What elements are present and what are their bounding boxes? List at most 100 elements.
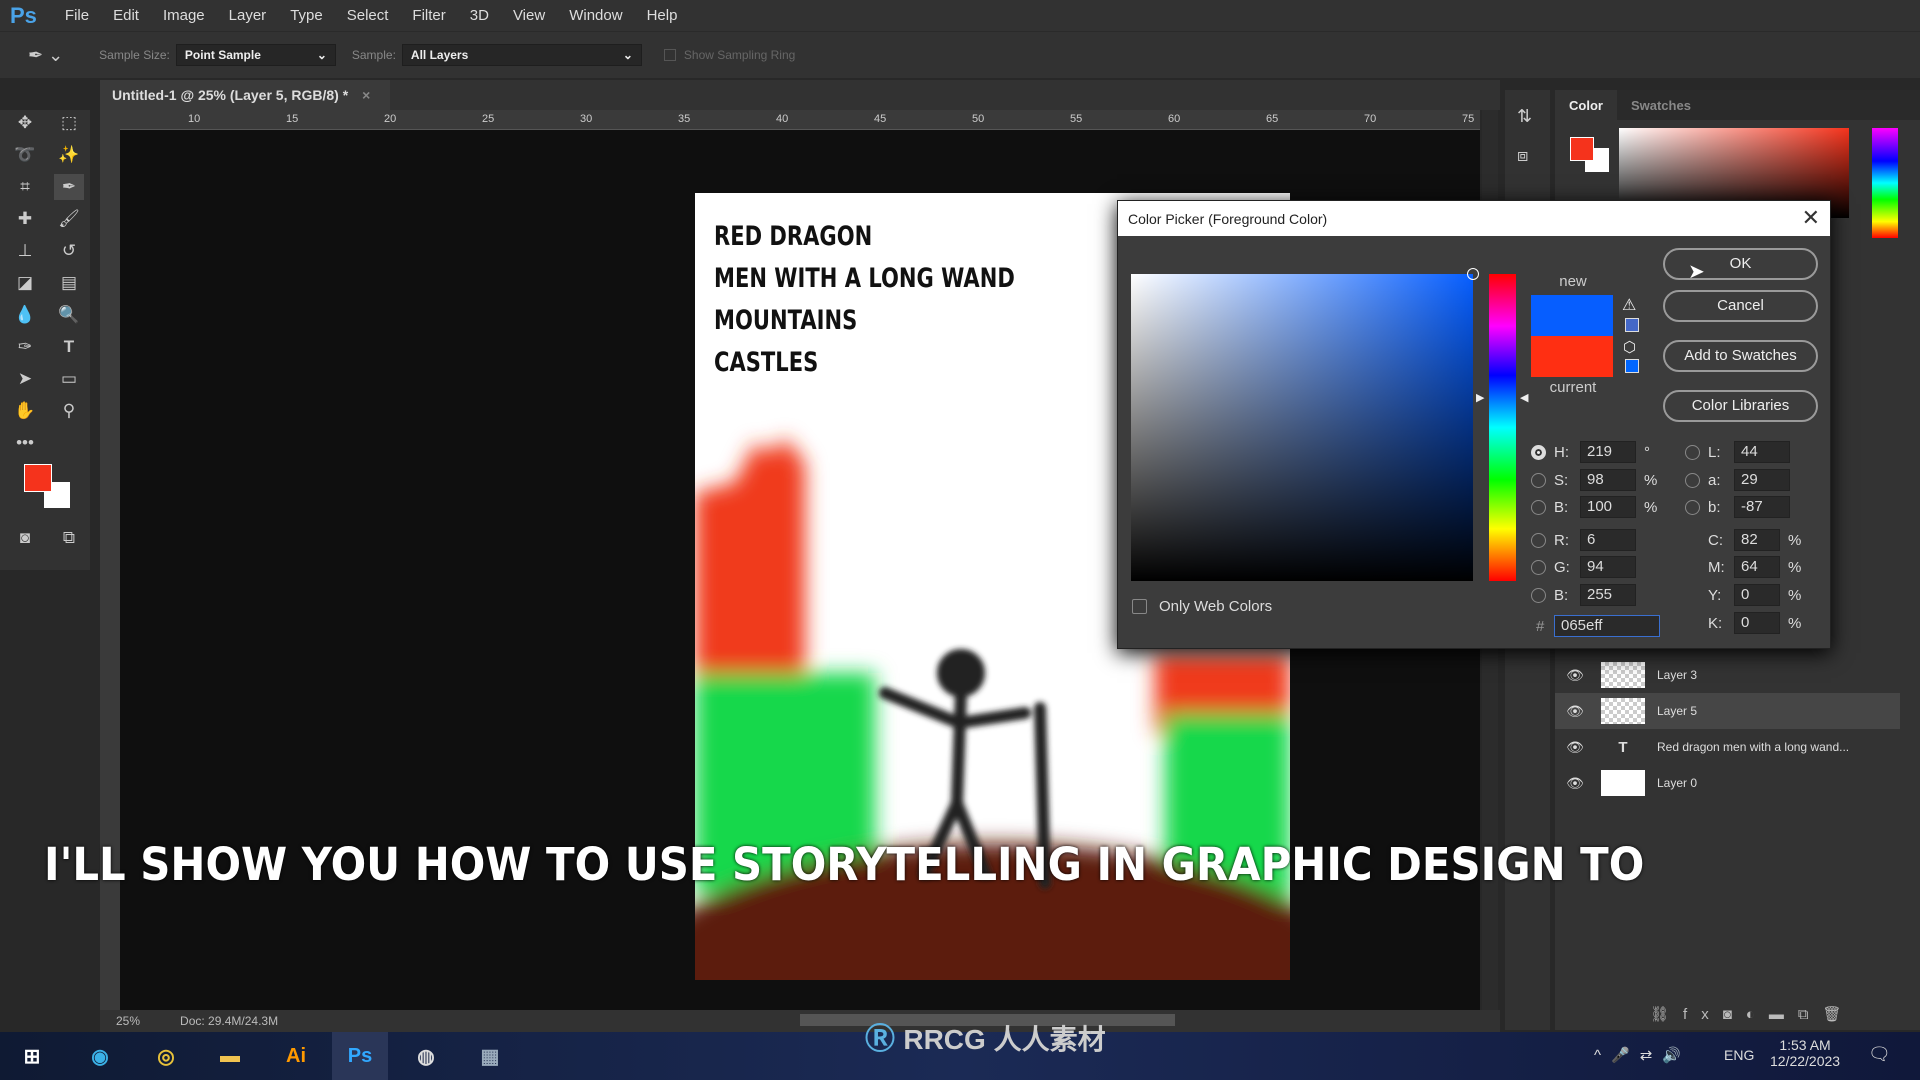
history-brush-icon[interactable]: ↺ — [54, 238, 84, 264]
hex-input[interactable]: 065eff — [1554, 615, 1660, 637]
black-input[interactable]: 0 — [1734, 612, 1780, 634]
obs-recorder-icon[interactable]: ◍ — [398, 1032, 454, 1080]
magic-wand-icon[interactable]: ✨ — [54, 142, 84, 168]
screen-mode-icon[interactable]: ⧉ — [54, 525, 84, 551]
menu-image[interactable]: Image — [163, 7, 205, 24]
document-tab[interactable]: Untitled-1 @ 25% (Layer 5, RGB/8) * × — [100, 80, 390, 110]
hue-input[interactable]: 219 — [1580, 441, 1636, 463]
photoshop-taskbar-icon[interactable]: Ps — [332, 1032, 388, 1080]
notifications-icon[interactable]: 🗨 — [1868, 1044, 1891, 1065]
layer-row[interactable]: 👁 Layer 0 — [1555, 765, 1900, 801]
hue-radio[interactable] — [1531, 444, 1546, 460]
menu-select[interactable]: Select — [347, 7, 389, 24]
hand-tool-icon[interactable]: ✋ — [10, 398, 40, 424]
lab-l-radio[interactable] — [1685, 444, 1700, 460]
color-field[interactable] — [1131, 268, 1479, 581]
brightness-radio[interactable] — [1531, 499, 1546, 515]
add-to-swatches-button[interactable]: Add to Swatches — [1663, 340, 1818, 372]
blue-input[interactable]: 255 — [1580, 584, 1636, 606]
language-indicator[interactable]: ENG — [1724, 1047, 1754, 1063]
close-tab-icon[interactable]: × — [362, 87, 370, 103]
color-field-cursor[interactable] — [1467, 268, 1479, 280]
menu-view[interactable]: View — [513, 7, 545, 24]
lab-b-input[interactable]: -87 — [1734, 496, 1790, 518]
close-icon[interactable]: ✕ — [1802, 205, 1820, 231]
calculator-icon[interactable]: ▦ — [462, 1032, 518, 1080]
eyedropper-icon[interactable]: ✒ ⌄ — [28, 45, 63, 66]
menu-layer[interactable]: Layer — [229, 7, 267, 24]
brightness-input[interactable]: 100 — [1580, 496, 1636, 518]
yellow-input[interactable]: 0 — [1734, 584, 1780, 606]
path-select-icon[interactable]: ➤ — [10, 366, 40, 392]
menu-file[interactable]: File — [65, 7, 89, 24]
eye-icon[interactable]: 👁 — [1555, 667, 1595, 684]
lasso-tool-icon[interactable]: ➰ — [10, 142, 40, 168]
crop-tool-icon[interactable]: ⌗ — [10, 174, 40, 200]
web-safe-cube-icon[interactable]: ⬡ — [1623, 338, 1636, 356]
gradient-tool-icon[interactable]: ▤ — [54, 270, 84, 296]
layer-row[interactable]: 👁 T Red dragon men with a long wand... — [1555, 729, 1900, 765]
only-web-colors-checkbox[interactable] — [1132, 599, 1147, 614]
menu-3d[interactable]: 3D — [470, 7, 489, 24]
illustrator-icon[interactable]: Ai — [268, 1032, 324, 1080]
cyan-input[interactable]: 82 — [1734, 529, 1780, 551]
hue-slider[interactable] — [1489, 274, 1516, 581]
green-input[interactable]: 94 — [1580, 556, 1636, 578]
eraser-tool-icon[interactable]: ◪ — [10, 270, 40, 296]
magenta-input[interactable]: 64 — [1734, 556, 1780, 578]
color-libraries-button[interactable]: Color Libraries — [1663, 390, 1818, 422]
system-tray-icons[interactable]: ^🎤⇄🔊 — [1594, 1046, 1691, 1064]
history-icon[interactable]: ⇅ — [1517, 106, 1550, 127]
web-safe-swatch[interactable] — [1625, 359, 1639, 373]
saturation-input[interactable]: 98 — [1580, 469, 1636, 491]
color-panel-hue-slider[interactable] — [1872, 128, 1898, 238]
hue-slider-handle[interactable]: ◀ — [1520, 391, 1528, 404]
eye-icon[interactable]: 👁 — [1555, 703, 1595, 720]
green-radio[interactable] — [1531, 559, 1546, 575]
stamp-tool-icon[interactable]: ⊥ — [10, 238, 40, 264]
more-tools-icon[interactable]: ••• — [10, 430, 40, 456]
tab-swatches[interactable]: Swatches — [1617, 90, 1705, 120]
blue-radio[interactable] — [1531, 587, 1546, 603]
zoom-tool-icon[interactable]: ⚲ — [54, 398, 84, 424]
windows-start-icon[interactable]: ⊞ — [4, 1032, 60, 1080]
hue-slider-handle[interactable]: ▶ — [1476, 391, 1484, 404]
saturation-radio[interactable] — [1531, 472, 1546, 488]
red-input[interactable]: 6 — [1580, 529, 1636, 551]
sampling-ring-checkbox[interactable] — [663, 49, 676, 61]
tab-color[interactable]: Color — [1555, 90, 1617, 120]
layer-panel-actions[interactable]: ⛓fx◙◐▬⧉🗑 — [1650, 1005, 1856, 1023]
marquee-tool-icon[interactable]: ⬚ — [54, 110, 84, 136]
lab-a-radio[interactable] — [1685, 472, 1700, 488]
red-radio[interactable] — [1531, 532, 1546, 548]
healing-brush-icon[interactable]: ✚ — [10, 206, 40, 232]
pen-tool-icon[interactable]: ✑ — [10, 334, 40, 360]
edge-icon[interactable]: ◉ — [72, 1032, 128, 1080]
layer-row-selected[interactable]: 👁 Layer 5 — [1555, 693, 1900, 729]
lab-l-input[interactable]: 44 — [1734, 441, 1790, 463]
menu-edit[interactable]: Edit — [113, 7, 139, 24]
cancel-button[interactable]: Cancel — [1663, 290, 1818, 322]
zoom-level[interactable]: 25% — [116, 1014, 140, 1028]
eye-icon[interactable]: 👁 — [1555, 775, 1595, 792]
ok-button[interactable]: OK — [1663, 248, 1818, 280]
quick-mask-icon[interactable]: ◙ — [10, 525, 40, 551]
chrome-icon[interactable]: ◎ — [138, 1032, 194, 1080]
foreground-color-swatch[interactable] — [24, 464, 52, 492]
menu-type[interactable]: Type — [290, 7, 323, 24]
3d-icon[interactable]: ⧈ — [1517, 145, 1550, 166]
brush-tool-icon[interactable]: 🖌 — [54, 206, 84, 232]
panel-foreground-swatch[interactable] — [1570, 137, 1594, 161]
menu-filter[interactable]: Filter — [412, 7, 445, 24]
move-tool-icon[interactable]: ✥ — [10, 110, 40, 136]
clock[interactable]: 1:53 AM 12/22/2023 — [1770, 1037, 1840, 1069]
lab-b-radio[interactable] — [1685, 499, 1700, 515]
eye-icon[interactable]: 👁 — [1555, 739, 1595, 756]
out-of-gamut-warning-icon[interactable]: ⚠ — [1622, 295, 1636, 315]
layer-row[interactable]: 👁 Layer 3 — [1555, 657, 1900, 693]
dodge-tool-icon[interactable]: 🔍 — [54, 302, 84, 328]
rectangle-tool-icon[interactable]: ▭ — [54, 366, 84, 392]
gamut-swatch[interactable] — [1625, 318, 1639, 332]
type-tool-icon[interactable]: T — [54, 334, 84, 360]
current-color-swatch[interactable] — [1531, 336, 1613, 377]
